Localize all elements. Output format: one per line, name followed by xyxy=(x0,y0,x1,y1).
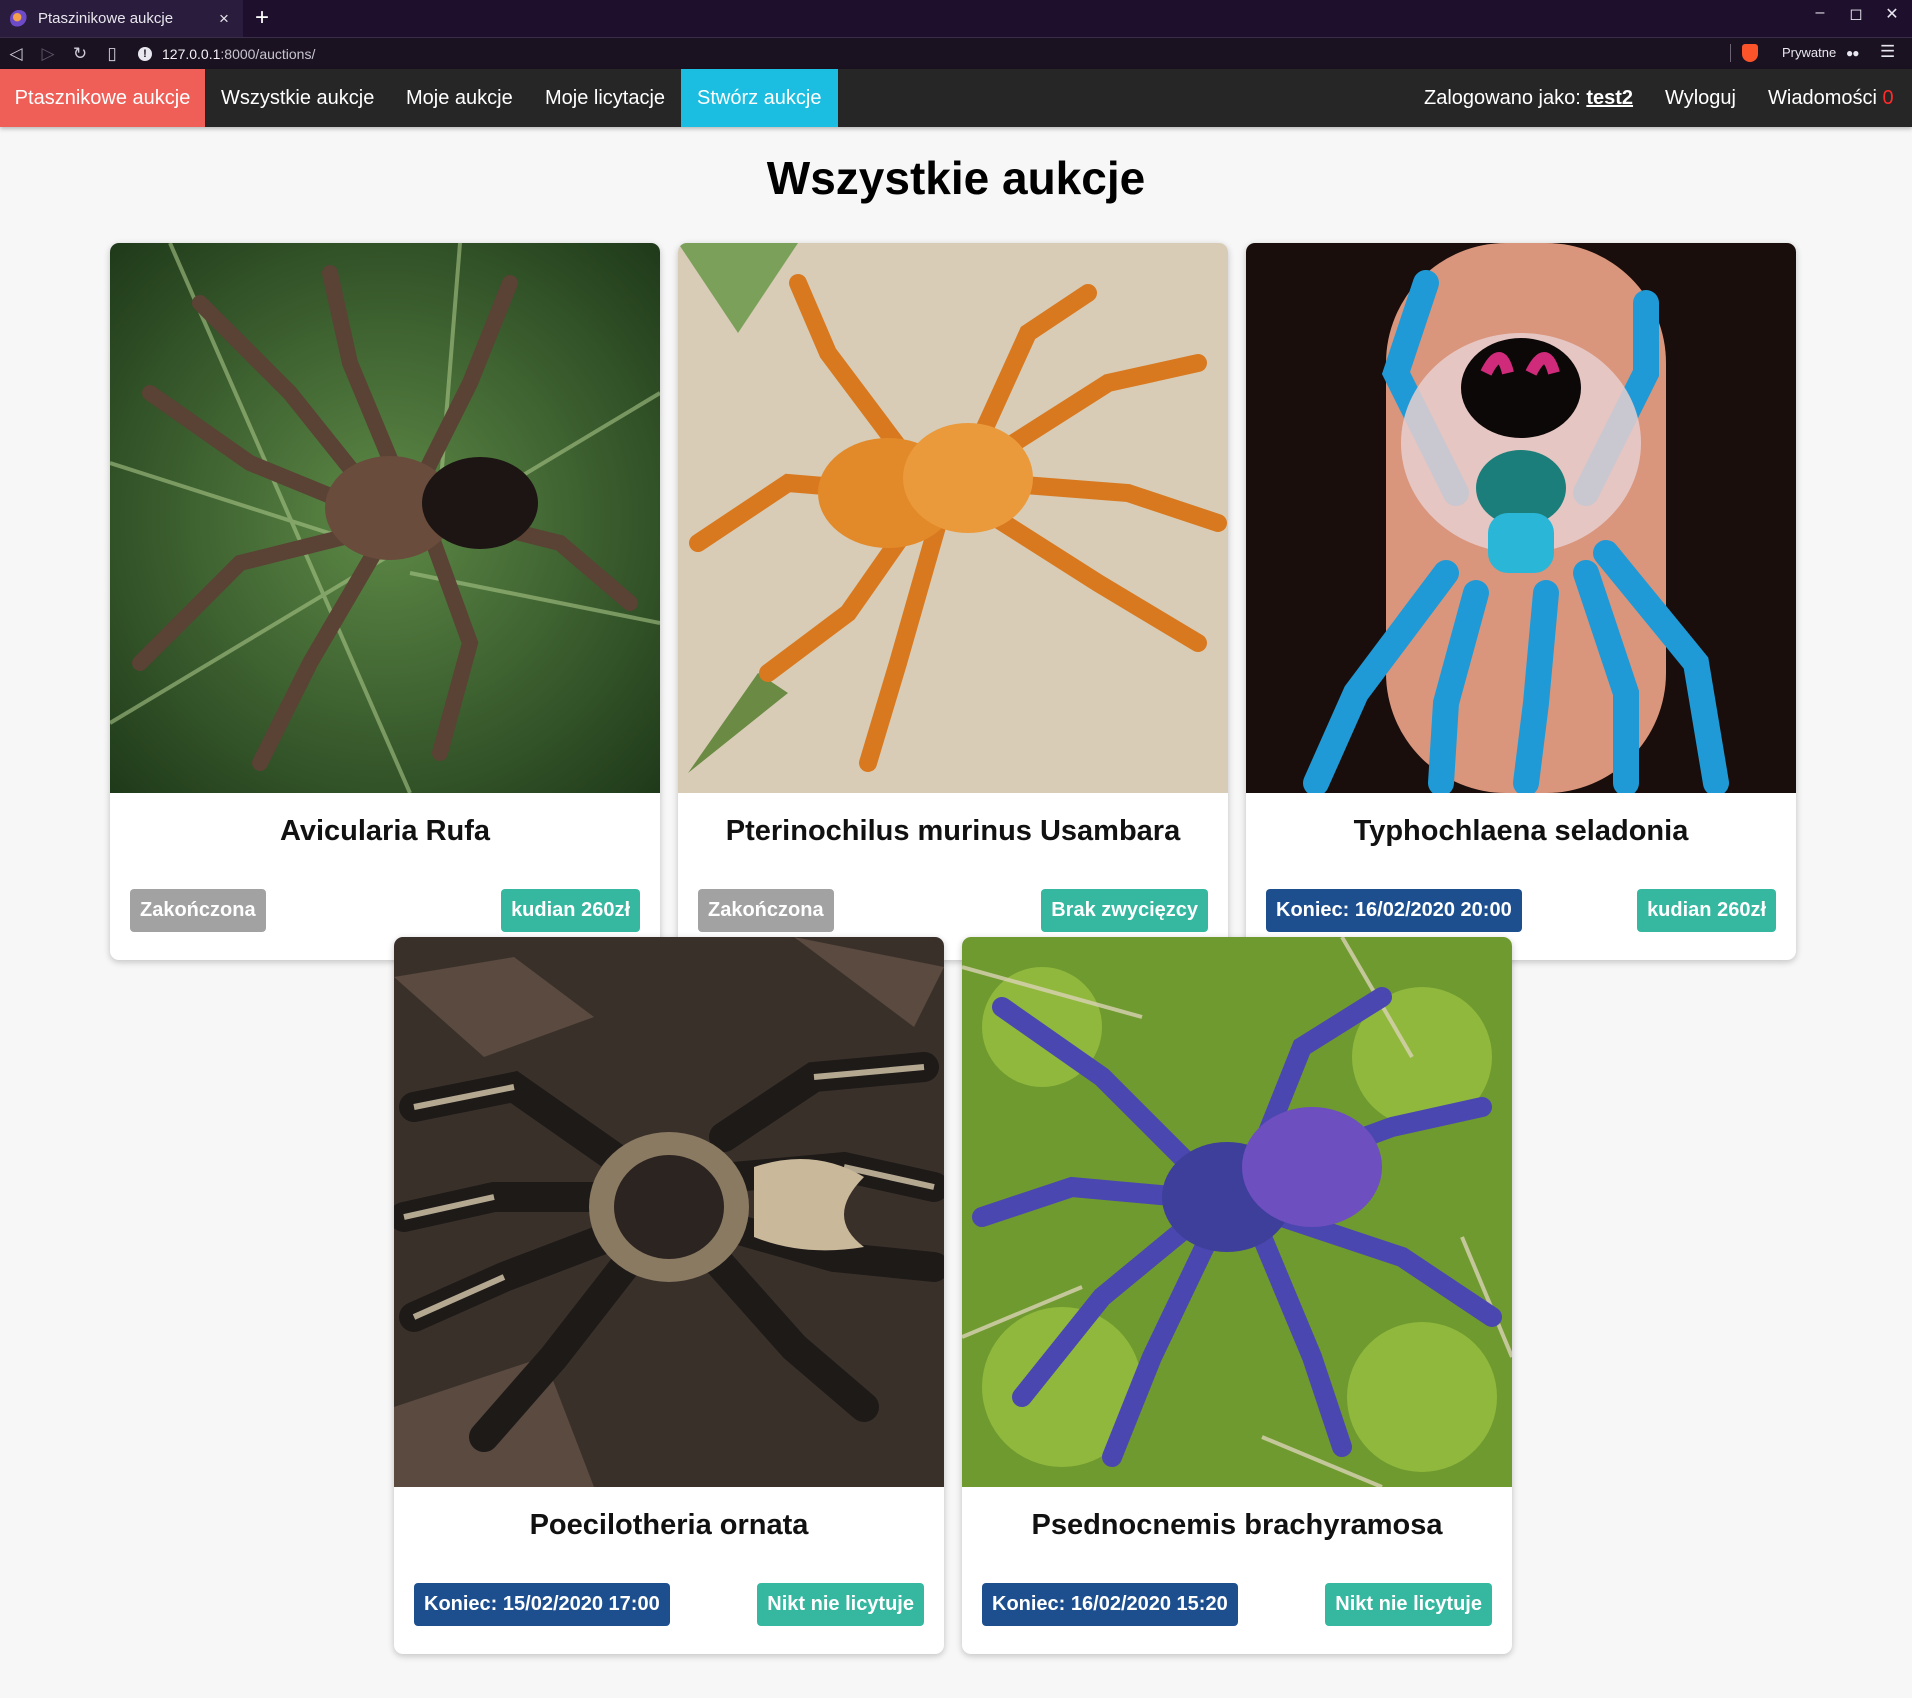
minimize-icon[interactable]: – xyxy=(1812,4,1828,24)
nav-all-auctions[interactable]: Wszystkie aukcje xyxy=(205,69,390,127)
reload-icon[interactable]: ↻ xyxy=(64,44,96,64)
nav-messages[interactable]: Wiadomości 0 xyxy=(1752,69,1910,127)
auction-card[interactable]: Avicularia Rufa Zakończona kudian 260zł xyxy=(110,243,660,960)
messages-label: Wiadomości xyxy=(1768,87,1877,109)
auction-status-badge: Koniec: 16/02/2020 15:20 xyxy=(982,1583,1238,1626)
private-window-label: Prywatne xyxy=(1782,45,1837,60)
logged-in-info: Zalogowano jako: test2 xyxy=(1408,69,1649,127)
forward-icon[interactable]: ▷ xyxy=(32,44,64,64)
auction-status-badge: Koniec: 16/02/2020 20:00 xyxy=(1266,889,1522,932)
back-icon[interactable]: ◁ xyxy=(0,44,32,64)
new-tab-button[interactable]: + xyxy=(248,4,276,32)
nav-brand-link[interactable]: Ptasznikowe aukcje xyxy=(0,69,205,127)
site-info-icon[interactable]: ! xyxy=(138,47,152,61)
nav-my-auctions[interactable]: Moje aukcje xyxy=(390,69,529,127)
window-controls: – ◻ ✕ xyxy=(1812,4,1900,24)
url-text: 127.0.0.1:8000/auctions/ xyxy=(162,46,316,62)
logged-in-label: Zalogowano jako: xyxy=(1424,87,1581,109)
nav-my-bids[interactable]: Moje licytacje xyxy=(529,69,681,127)
browser-menu-icon[interactable]: ☰ xyxy=(1880,42,1895,62)
auction-title[interactable]: Typhochlaena seladonia xyxy=(1246,815,1796,848)
auction-title[interactable]: Psednocnemis brachyramosa xyxy=(962,1509,1512,1542)
auction-result-badge: Nikt nie licytuje xyxy=(757,1583,924,1626)
tab-title: Ptaszinikowe aukcje xyxy=(38,10,174,27)
auction-status-badge: Zakończona xyxy=(698,889,834,932)
auction-title[interactable]: Avicularia Rufa xyxy=(110,815,660,848)
auction-image[interactable] xyxy=(394,937,944,1487)
browser-tab[interactable]: Ptaszinikowe aukcje × xyxy=(0,0,243,37)
auction-card[interactable]: Pterinochilus murinus Usambara Zakończon… xyxy=(678,243,1228,960)
auction-result-badge: Nikt nie licytuje xyxy=(1325,1583,1492,1626)
auction-image[interactable] xyxy=(1246,243,1796,793)
auction-status-badge: Koniec: 15/02/2020 17:00 xyxy=(414,1583,670,1626)
auction-image[interactable] xyxy=(110,243,660,793)
auction-image[interactable] xyxy=(678,243,1228,793)
tab-close-icon[interactable]: × xyxy=(215,9,233,29)
auction-image[interactable] xyxy=(962,937,1512,1487)
auction-card[interactable]: Psednocnemis brachyramosa Koniec: 16/02/… xyxy=(962,937,1512,1654)
bookmark-icon[interactable]: ▯ xyxy=(96,44,128,64)
site-favicon-icon xyxy=(10,9,28,28)
nav-logout[interactable]: Wyloguj xyxy=(1649,69,1752,127)
auction-card[interactable]: Poecilotheria ornata Koniec: 15/02/2020 … xyxy=(394,937,944,1654)
toolbar-divider xyxy=(1730,44,1731,62)
address-bar[interactable]: ! 127.0.0.1:8000/auctions/ xyxy=(138,42,1728,66)
private-mask-icon: ●● xyxy=(1846,46,1859,60)
messages-count-badge: 0 xyxy=(1882,87,1894,109)
page-title: Wszystkie aukcje xyxy=(766,152,1146,204)
auction-result-badge: kudian 260zł xyxy=(1637,889,1776,932)
auction-status-badge: Zakończona xyxy=(130,889,266,932)
browser-toolbar: ◁ ▷ ↻ ▯ ! 127.0.0.1:8000/auctions/ xyxy=(0,37,1912,69)
browser-tab-bar: Ptaszinikowe aukcje × + – ◻ ✕ xyxy=(0,0,1912,37)
brave-shield-icon[interactable] xyxy=(1742,44,1758,62)
auction-card[interactable]: Typhochlaena seladonia Koniec: 16/02/202… xyxy=(1246,243,1796,960)
username-link[interactable]: test2 xyxy=(1586,87,1633,109)
nav-create-auction[interactable]: Stwórz aukcje xyxy=(681,69,838,127)
auction-title[interactable]: Pterinochilus murinus Usambara xyxy=(678,815,1228,848)
close-window-icon[interactable]: ✕ xyxy=(1884,4,1900,24)
auction-result-badge: Brak zwycięzcy xyxy=(1041,889,1208,932)
maximize-icon[interactable]: ◻ xyxy=(1848,4,1864,24)
auction-result-badge: kudian 260zł xyxy=(501,889,640,932)
site-navbar: Ptasznikowe aukcje Wszystkie aukcje Moje… xyxy=(0,69,1912,127)
auction-title[interactable]: Poecilotheria ornata xyxy=(394,1509,944,1542)
